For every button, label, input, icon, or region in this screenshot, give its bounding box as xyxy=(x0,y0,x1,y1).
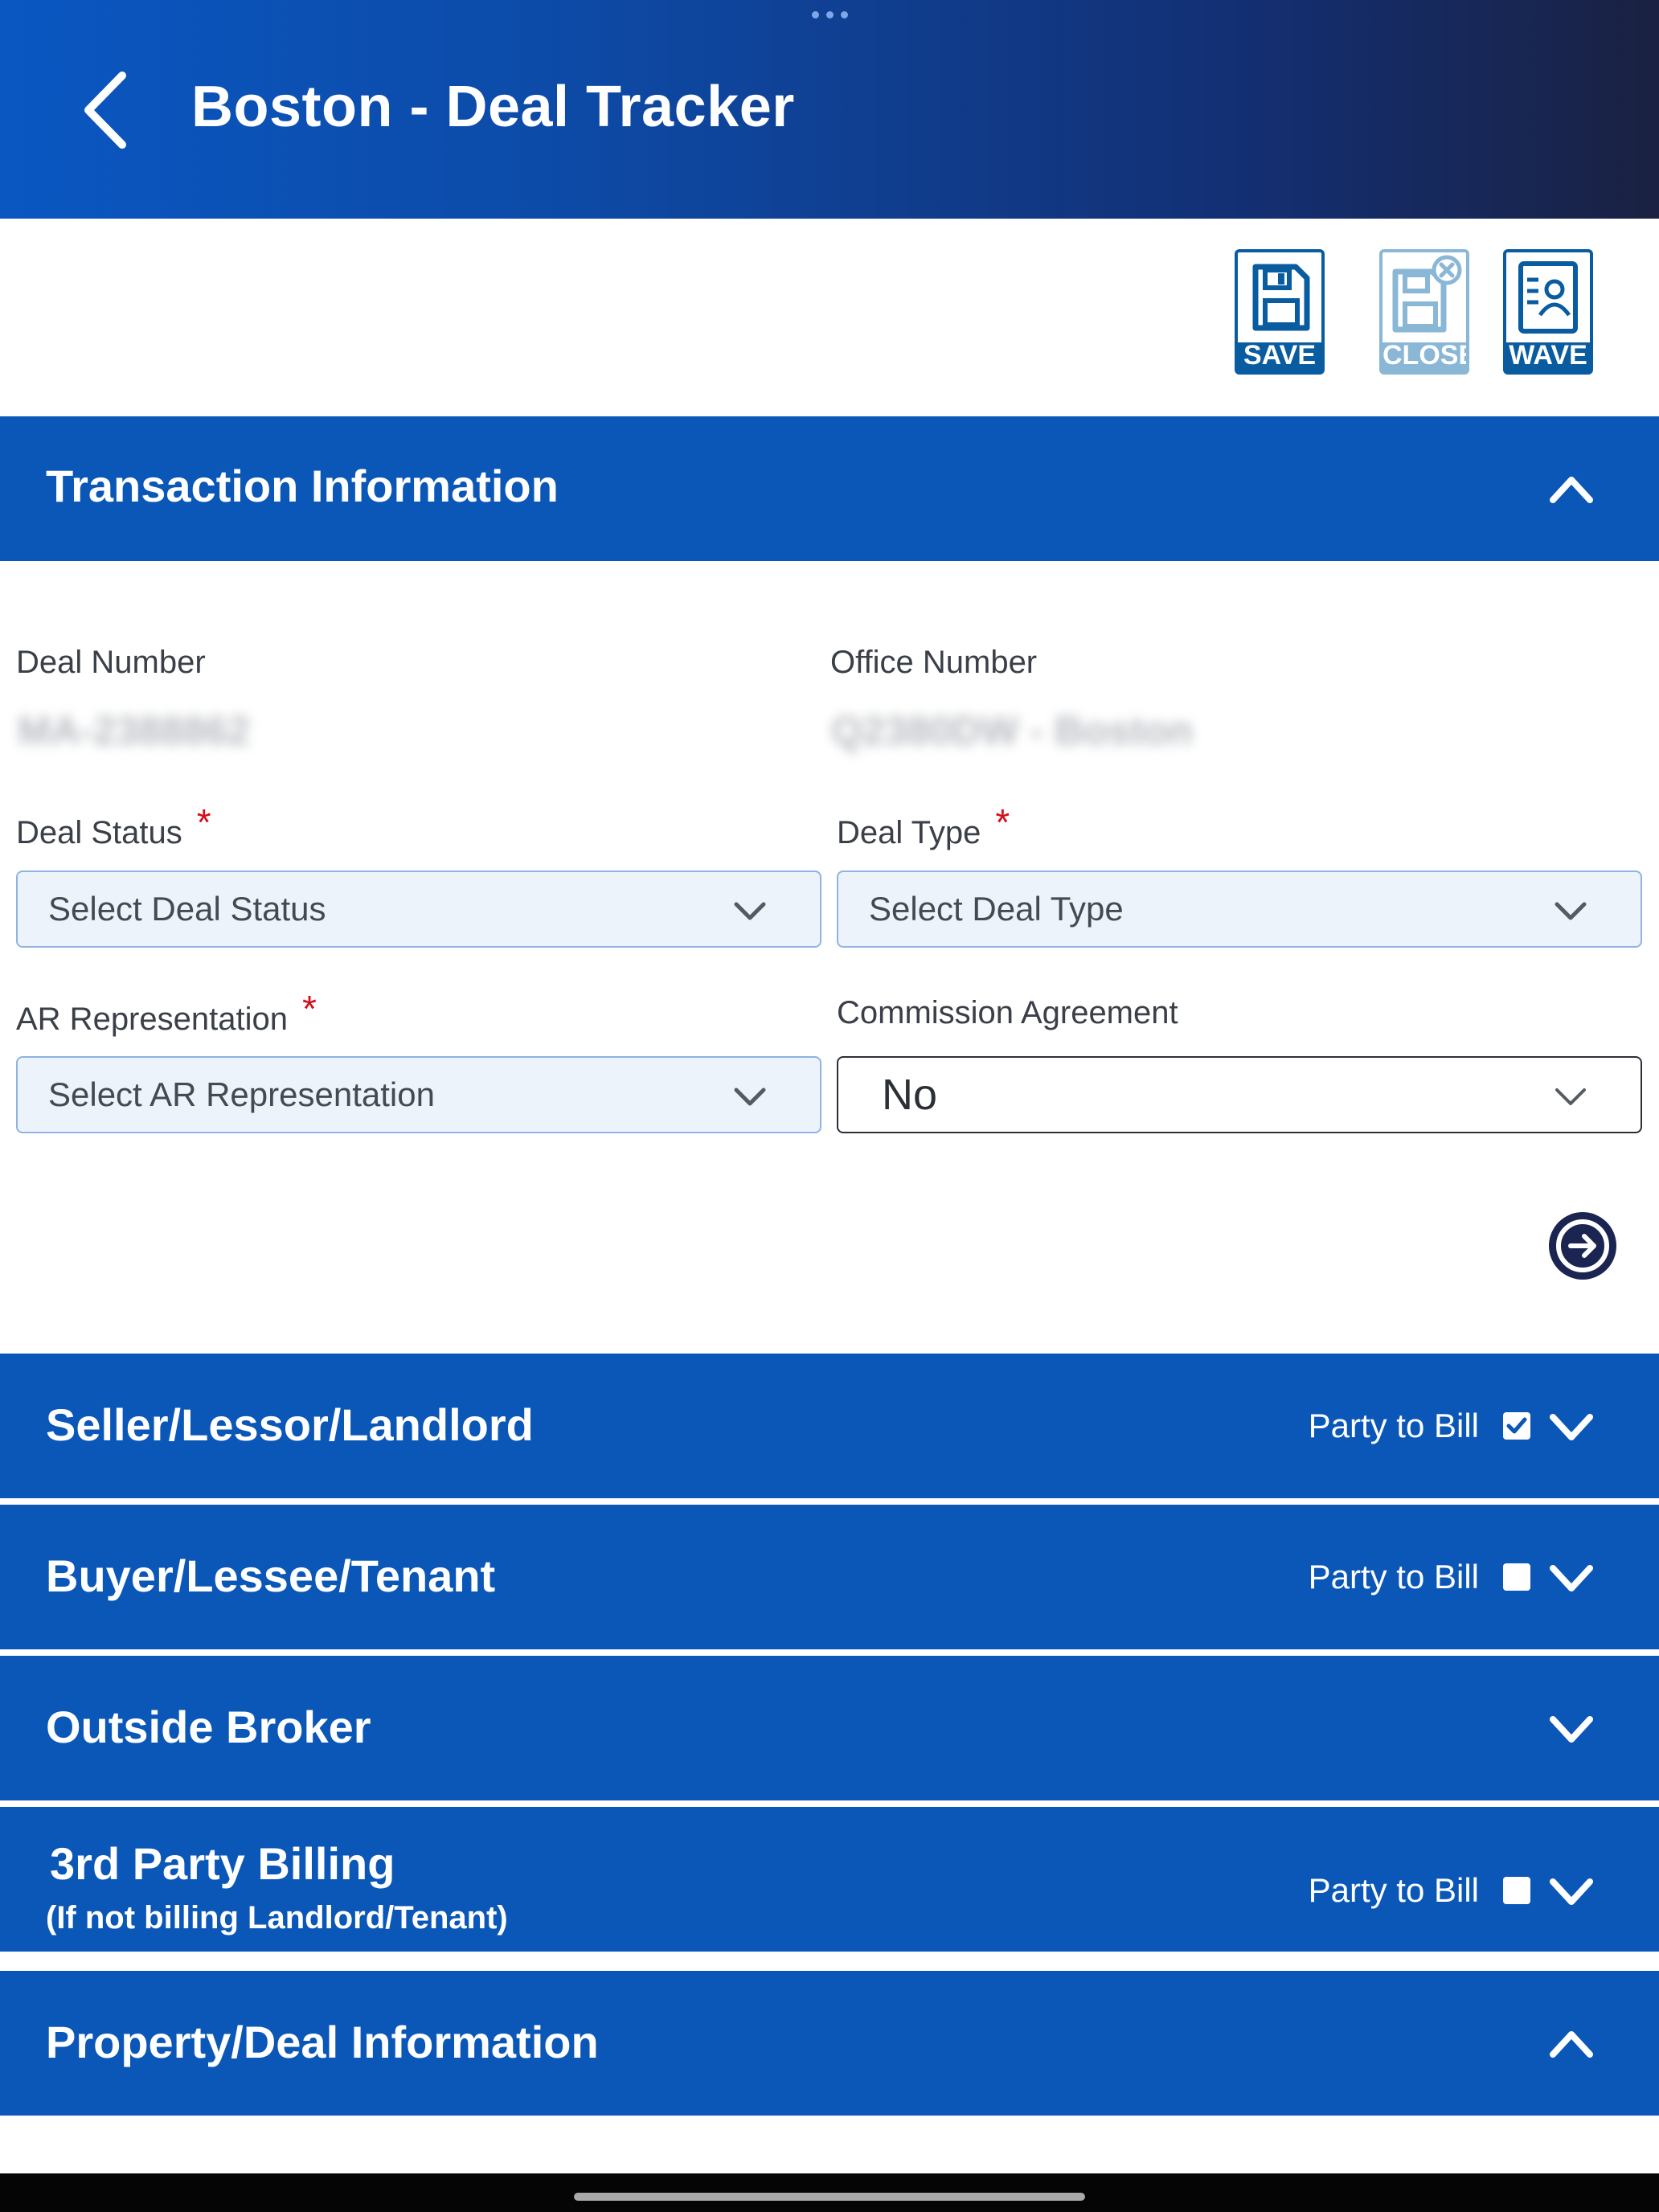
section-title: 3rd Party Billing xyxy=(50,1838,395,1889)
party-to-bill-label: Party to Bill xyxy=(1308,1871,1479,1909)
party-to-bill-label: Party to Bill xyxy=(1308,1407,1479,1444)
toolbar: SAVE CLOSE WAVE xyxy=(0,219,1659,416)
arrow-right-circle-icon[interactable] xyxy=(1546,1210,1619,1282)
required-asterisk: * xyxy=(196,801,211,843)
section-3rd-party-billing[interactable]: 3rd Party Billing (If not billing Landlo… xyxy=(0,1807,1659,1952)
chevron-down-icon[interactable] xyxy=(1548,1876,1595,1908)
section-transaction-information[interactable]: Transaction Information xyxy=(0,416,1659,561)
chevron-down-icon[interactable] xyxy=(1548,1563,1595,1595)
floppy-disk-close-icon xyxy=(1392,255,1462,333)
section-buyer-lessee-tenant[interactable]: Buyer/Lessee/Tenant Party to Bill xyxy=(0,1505,1659,1649)
deal-number-label: Deal Number xyxy=(16,645,206,680)
commission-agreement-label: Commission Agreement xyxy=(837,995,1178,1030)
deal-type-select[interactable]: Select Deal Type xyxy=(837,870,1642,948)
chevron-down-icon xyxy=(734,902,766,920)
chevron-down-icon xyxy=(1555,902,1587,920)
section-subtitle: (If not billing Landlord/Tenant) xyxy=(46,1900,508,1936)
ar-representation-label: AR Representation * xyxy=(16,988,317,1038)
app-header: Boston - Deal Tracker xyxy=(0,0,1659,219)
back-arrow-icon[interactable] xyxy=(74,66,138,154)
chevron-down-icon xyxy=(734,1088,766,1106)
chevron-down-icon xyxy=(1555,1088,1586,1105)
ar-representation-placeholder: Select AR Representation xyxy=(48,1075,435,1113)
close-button[interactable]: CLOSE xyxy=(1379,249,1469,375)
save-button[interactable]: SAVE xyxy=(1235,249,1325,375)
check-icon xyxy=(1506,1417,1527,1434)
save-label: SAVE xyxy=(1243,340,1317,371)
section-title: Property/Deal Information xyxy=(46,2017,599,2067)
section-title: Buyer/Lessee/Tenant xyxy=(46,1550,496,1601)
deal-status-label-text: Deal Status xyxy=(16,815,182,850)
required-asterisk: * xyxy=(301,988,317,1030)
party-to-bill-label: Party to Bill xyxy=(1308,1558,1479,1596)
commission-agreement-select[interactable]: No xyxy=(837,1056,1642,1133)
deal-type-placeholder: Select Deal Type xyxy=(869,890,1124,928)
party-to-bill-toggle[interactable]: Party to Bill xyxy=(1309,1558,1530,1596)
ar-representation-label-text: AR Representation xyxy=(16,1002,288,1037)
party-to-bill-checkbox[interactable] xyxy=(1503,1877,1530,1904)
party-to-bill-checkbox[interactable] xyxy=(1503,1412,1530,1440)
deal-number-value: MA-2388862 xyxy=(18,708,251,753)
window-drag-handle[interactable] xyxy=(812,11,848,18)
section-outside-broker[interactable]: Outside Broker xyxy=(0,1656,1659,1800)
deal-status-label: Deal Status * xyxy=(16,801,211,852)
wave-label: WAVE xyxy=(1509,340,1587,371)
office-number-label: Office Number xyxy=(830,645,1038,680)
close-label: CLOSE xyxy=(1382,340,1469,371)
chevron-down-icon[interactable] xyxy=(1548,1714,1595,1746)
deal-status-placeholder: Select Deal Status xyxy=(48,890,326,928)
section-seller-lessor-landlord[interactable]: Seller/Lessor/Landlord Party to Bill xyxy=(0,1354,1659,1498)
document-person-icon xyxy=(1518,261,1578,334)
deal-tracker-screen: Boston - Deal Tracker SAVE CLOSE WAVE Tr… xyxy=(0,0,1659,2212)
office-number-value: Q2380DW - Boston xyxy=(831,708,1194,753)
party-to-bill-toggle[interactable]: Party to Bill xyxy=(1309,1407,1530,1445)
commission-agreement-value: No xyxy=(882,1071,938,1119)
section-property-deal-information[interactable]: Property/Deal Information xyxy=(0,1971,1659,2116)
party-to-bill-toggle[interactable]: Party to Bill xyxy=(1309,1871,1530,1910)
deal-status-select[interactable]: Select Deal Status xyxy=(16,870,821,948)
chevron-up-icon[interactable] xyxy=(1548,473,1595,505)
deal-type-label-text: Deal Type xyxy=(837,815,981,850)
page-title: Boston - Deal Tracker xyxy=(191,75,795,139)
party-to-bill-checkbox[interactable] xyxy=(1503,1563,1530,1591)
section-title: Outside Broker xyxy=(46,1702,371,1752)
ar-representation-select[interactable]: Select AR Representation xyxy=(16,1056,821,1133)
section-title: Transaction Information xyxy=(46,461,559,511)
required-asterisk: * xyxy=(995,801,1010,843)
wave-button[interactable]: WAVE xyxy=(1503,249,1593,375)
deal-type-label: Deal Type * xyxy=(837,801,1010,852)
chevron-down-icon[interactable] xyxy=(1548,1411,1595,1444)
floppy-disk-icon xyxy=(1252,264,1310,331)
home-indicator[interactable] xyxy=(574,2193,1085,2201)
chevron-up-icon[interactable] xyxy=(1548,2027,1595,2059)
section-title: Seller/Lessor/Landlord xyxy=(46,1399,534,1450)
